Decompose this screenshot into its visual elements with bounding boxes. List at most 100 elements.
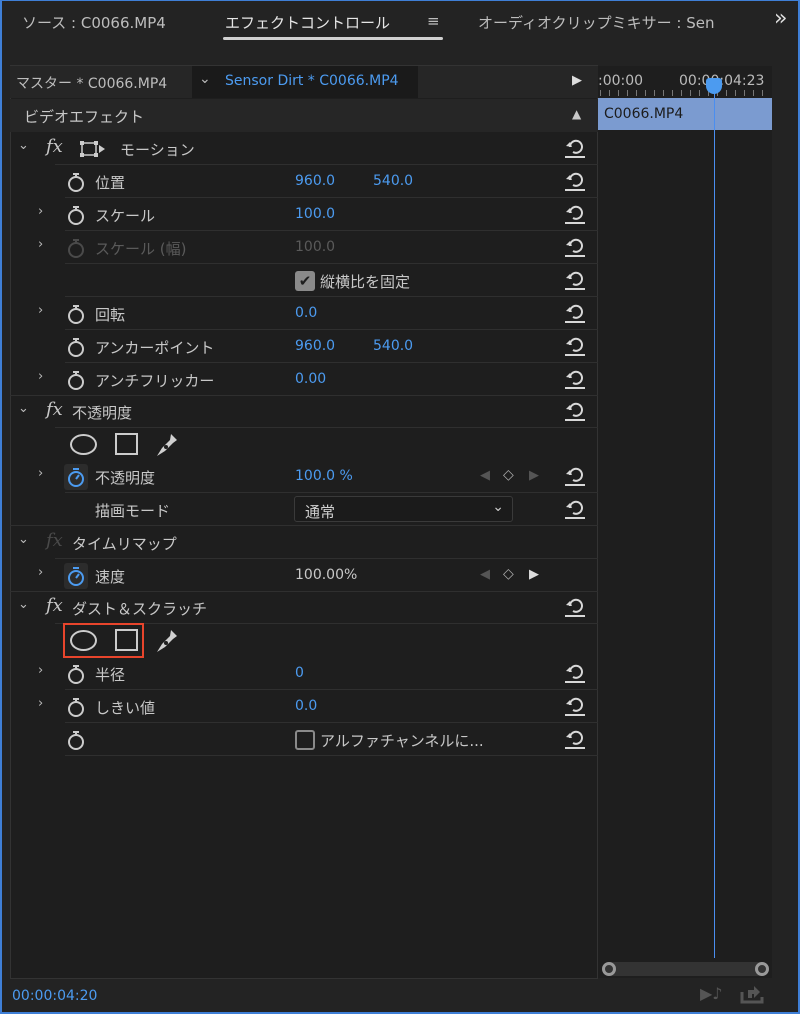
position-x-value[interactable]: 960.0 xyxy=(295,173,335,189)
chevron-down-icon[interactable]: ⌄ xyxy=(199,71,211,87)
reset-icon[interactable] xyxy=(564,662,586,684)
reset-icon[interactable] xyxy=(564,137,586,159)
chevron-right-icon[interactable]: › xyxy=(38,303,43,318)
transform-handles-icon[interactable] xyxy=(80,140,106,158)
reset-icon[interactable] xyxy=(564,368,586,390)
stopwatch-icon[interactable] xyxy=(66,303,86,325)
add-keyframe-icon[interactable]: ◇ xyxy=(503,566,514,582)
collapse-up-icon[interactable]: ▲ xyxy=(572,107,581,121)
reset-icon[interactable] xyxy=(564,203,586,225)
play-triangle-icon[interactable]: ▶ xyxy=(572,73,582,88)
chevron-right-icon[interactable]: › xyxy=(38,237,43,252)
speed-value[interactable]: 100.00% xyxy=(295,567,357,583)
reset-icon[interactable] xyxy=(564,236,586,258)
chevron-down-icon[interactable]: ⌄ xyxy=(18,138,29,153)
panel-menu-icon[interactable]: ≡ xyxy=(427,12,440,30)
tab-source[interactable]: ソース : C0066.MP4 xyxy=(22,12,166,33)
radius-value[interactable]: 0 xyxy=(295,665,304,681)
next-keyframe-icon[interactable]: ▶ xyxy=(529,567,539,582)
chevron-down-icon[interactable]: ⌄ xyxy=(18,401,29,416)
export-icon[interactable] xyxy=(740,984,764,1004)
fx-icon: fx xyxy=(46,530,63,551)
stopwatch-icon[interactable] xyxy=(66,369,86,391)
chevron-right-icon[interactable]: › xyxy=(38,466,43,481)
effect-opacity[interactable]: ⌄ fx 不透明度 xyxy=(10,395,598,428)
tab-effect-controls[interactable]: エフェクトコントロール xyxy=(225,12,390,33)
scale-width-value: 100.0 xyxy=(295,239,336,255)
ellipse-mask-icon[interactable] xyxy=(70,434,97,455)
fx-icon[interactable]: fx xyxy=(46,399,63,420)
pen-mask-icon[interactable] xyxy=(155,628,179,654)
reset-icon[interactable] xyxy=(564,335,586,357)
playhead-line[interactable] xyxy=(714,88,715,958)
sequence-clip-label[interactable]: Sensor Dirt * C0066.MP4 xyxy=(225,73,399,89)
chevron-right-icon[interactable]: › xyxy=(38,663,43,678)
opacity-value[interactable]: 100.0 % xyxy=(295,468,353,484)
previous-keyframe-icon[interactable]: ◀ xyxy=(480,567,490,582)
anchor-x-value[interactable]: 960.0 xyxy=(295,338,335,354)
effect-time-remap[interactable]: ⌄ fx タイムリマップ xyxy=(10,526,598,559)
chevron-right-icon[interactable]: › xyxy=(38,204,43,219)
stopwatch-icon[interactable] xyxy=(66,729,86,751)
effect-dust-scratches[interactable]: ⌄ fx ダスト＆スクラッチ xyxy=(10,591,598,624)
rectangle-mask-icon[interactable] xyxy=(115,433,138,455)
threshold-value[interactable]: 0.0 xyxy=(295,698,317,714)
property-opacity: › 不透明度 100.0 % ◀ ◇ ▶ xyxy=(10,460,598,493)
stopwatch-active-icon[interactable] xyxy=(66,565,86,587)
add-keyframe-icon[interactable]: ◇ xyxy=(503,467,514,483)
previous-keyframe-icon[interactable]: ◀ xyxy=(480,468,490,483)
effect-name: ダスト＆スクラッチ xyxy=(72,600,208,618)
scrollbar-left-handle[interactable] xyxy=(602,962,616,976)
overflow-icon[interactable]: » xyxy=(774,6,787,31)
fx-icon[interactable]: fx xyxy=(46,136,63,157)
scale-value[interactable]: 100.0 xyxy=(295,206,335,222)
chevron-down-icon[interactable]: ⌄ xyxy=(18,532,29,547)
property-label: アンカーポイント xyxy=(95,339,215,357)
timeline-ruler xyxy=(600,90,770,96)
stopwatch-icon[interactable] xyxy=(66,663,86,685)
timeline-clip[interactable]: C0066.MP4 xyxy=(598,98,772,130)
tab-audio-clip-mixer[interactable]: オーディオクリップミキサー : Sen xyxy=(478,12,736,33)
reset-icon[interactable] xyxy=(564,400,586,422)
chevron-right-icon[interactable]: › xyxy=(38,369,43,384)
zoom-scrollbar[interactable] xyxy=(605,962,765,976)
reset-icon[interactable] xyxy=(564,302,586,324)
chevron-right-icon[interactable]: › xyxy=(38,565,43,580)
scrollbar-right-handle[interactable] xyxy=(755,962,769,976)
master-clip-label[interactable]: マスター * C0066.MP4 xyxy=(16,73,167,93)
rotation-value[interactable]: 0.0 xyxy=(295,305,317,321)
property-label: 回転 xyxy=(95,306,126,324)
stopwatch-icon[interactable] xyxy=(66,204,86,226)
ellipse-mask-icon[interactable] xyxy=(70,630,97,651)
antiflicker-value[interactable]: 0.00 xyxy=(295,371,326,387)
property-scale: › スケール 100.0 xyxy=(10,198,598,231)
chevron-down-icon: ⌄ xyxy=(492,499,504,515)
reset-icon[interactable] xyxy=(564,596,586,618)
chevron-right-icon[interactable]: › xyxy=(38,696,43,711)
stopwatch-active-icon[interactable] xyxy=(66,466,86,488)
position-y-value[interactable]: 540.0 xyxy=(373,173,413,189)
reset-icon[interactable] xyxy=(564,269,586,291)
reset-icon[interactable] xyxy=(564,465,586,487)
current-timecode[interactable]: 00:00:04:20 xyxy=(12,988,97,1004)
pen-mask-icon[interactable] xyxy=(155,432,179,458)
next-keyframe-icon[interactable]: ▶ xyxy=(529,468,539,483)
reset-icon[interactable] xyxy=(564,498,586,520)
reset-icon[interactable] xyxy=(564,695,586,717)
effect-motion[interactable]: ⌄ fx モーション xyxy=(10,132,598,165)
reset-icon[interactable] xyxy=(564,728,586,750)
mini-timeline[interactable] xyxy=(598,66,772,978)
blend-mode-dropdown[interactable]: 通常 ⌄ xyxy=(294,496,513,522)
chevron-down-icon[interactable]: ⌄ xyxy=(18,597,29,612)
rectangle-mask-icon[interactable] xyxy=(115,629,138,651)
stopwatch-icon[interactable] xyxy=(66,171,86,193)
fx-icon[interactable]: fx xyxy=(46,595,63,616)
alpha-channel-checkbox[interactable] xyxy=(295,730,315,750)
reset-icon[interactable] xyxy=(564,170,586,192)
stopwatch-icon[interactable] xyxy=(66,336,86,358)
play-audio-icon[interactable]: ▶♪ xyxy=(700,984,723,1003)
playhead-handle[interactable] xyxy=(706,78,722,94)
stopwatch-icon[interactable] xyxy=(66,696,86,718)
anchor-y-value[interactable]: 540.0 xyxy=(373,338,413,354)
uniform-scale-checkbox[interactable]: ✔ xyxy=(295,271,315,291)
